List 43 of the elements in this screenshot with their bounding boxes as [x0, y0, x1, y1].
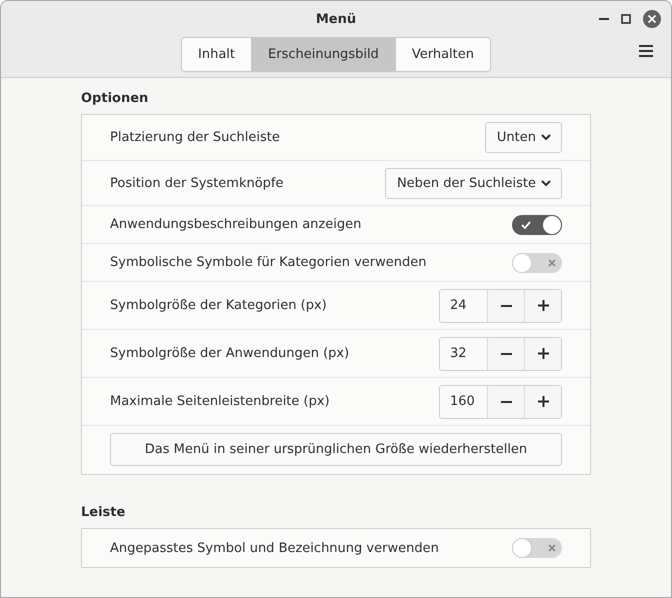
plus-icon: [538, 348, 548, 359]
minus-icon: [500, 304, 512, 306]
plus-icon: [538, 300, 548, 311]
setting-label: Maximale Seitenleistenbreite (px): [110, 394, 330, 409]
setting-label: Platzierung der Suchleiste: [110, 130, 280, 145]
chevron-down-icon: [541, 134, 551, 141]
toggle-switch[interactable]: [512, 214, 562, 234]
number-field[interactable]: 32: [440, 338, 487, 370]
menu-icon[interactable]: [639, 45, 653, 57]
toggle-switch[interactable]: [512, 252, 562, 272]
tab[interactable]: Verhalten: [394, 38, 490, 71]
setting-label: Symbolgröße der Kategorien (px): [110, 298, 327, 313]
check-icon: [521, 220, 531, 228]
setting-label: Symbolische Symbole für Kategorien verwenden: [110, 255, 426, 270]
increment-button[interactable]: [524, 386, 561, 418]
section-title: Optionen: [81, 91, 150, 106]
spin-box[interactable]: 160: [439, 384, 562, 418]
minus-icon: [500, 352, 512, 354]
minus-icon: [500, 400, 512, 402]
reset-size-button[interactable]: Das Menü in seiner ursprünglichen Größe wiederherstellen: [110, 433, 562, 466]
window-title: Menü: [316, 12, 356, 26]
setting-label: Symbolgröße der Anwendungen (px): [110, 346, 350, 361]
toggle-switch[interactable]: [512, 538, 562, 558]
x-icon: [548, 544, 556, 552]
setting-label: Anwendungsbeschreibungen anzeigen: [110, 217, 362, 232]
number-field[interactable]: 24: [440, 290, 487, 322]
plus-icon: [538, 396, 548, 407]
increment-button[interactable]: [524, 290, 561, 322]
dropdown[interactable]: Unten: [484, 122, 562, 153]
spin-box[interactable]: 24: [439, 288, 562, 322]
setting-label: Position der Systemknöpfe: [110, 176, 284, 190]
x-icon: [548, 258, 556, 266]
close-icon[interactable]: [643, 10, 661, 28]
spin-box[interactable]: 32: [439, 336, 562, 370]
tab[interactable]: Inhalt: [182, 38, 252, 71]
section-title: Leiste: [81, 505, 126, 520]
tab[interactable]: Erscheinungsbild: [251, 38, 395, 71]
setting-label: Angepasstes Symbol und Bezeichnung verwenden: [110, 540, 439, 556]
number-field[interactable]: 160: [440, 386, 487, 418]
increment-button[interactable]: [524, 338, 561, 370]
chevron-down-icon: [541, 180, 551, 186]
dropdown[interactable]: Neben der Suchleiste: [384, 168, 562, 198]
maximize-icon[interactable]: [621, 14, 631, 24]
